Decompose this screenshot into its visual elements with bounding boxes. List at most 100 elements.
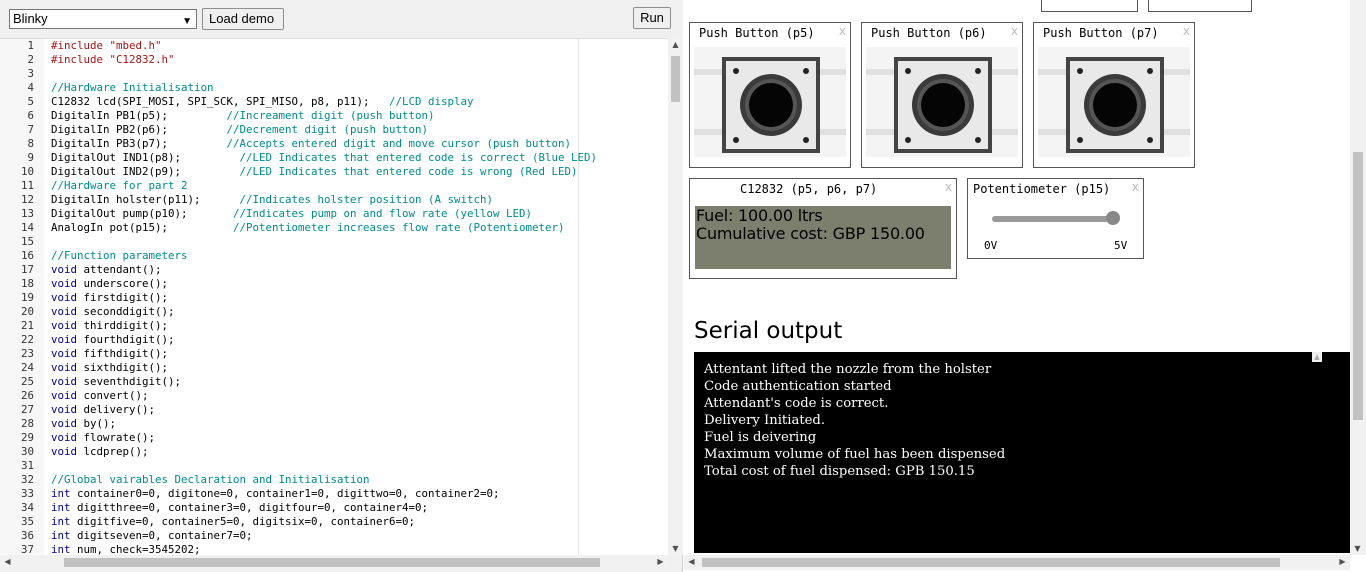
scrollbar-thumb[interactable] [702, 558, 1280, 567]
scroll-left-icon[interactable]: ◀ [684, 557, 699, 566]
pot-min-label: 0V [984, 239, 998, 252]
code-line[interactable]: 19 void firstdigit(); [0, 291, 668, 305]
code-text: int num, check=3545202; [51, 543, 201, 555]
code-text: int digitseven=0, container7=0; [51, 529, 253, 542]
code-line[interactable]: 29 void flowrate(); [0, 431, 668, 445]
serial-output-console: Attentant lifted the nozzle from the hol… [694, 352, 1350, 553]
code-editor[interactable]: 1 #include "mbed.h" 2 #include "C12832.h" 3 4… [0, 38, 668, 555]
code-line[interactable]: 25 void seventhdigit(); [0, 375, 668, 389]
code-line[interactable]: 35 int digitfive=0, container5=0, digitsi… [0, 515, 668, 529]
toolbar: Blinky ▼ Load demo Run [0, 0, 683, 38]
close-icon[interactable]: x [1132, 180, 1139, 194]
serial-line: Total cost of fuel dispensed: GPB 150.15 [704, 464, 975, 479]
scrollbar-thumb[interactable] [64, 558, 600, 567]
close-icon[interactable]: x [1011, 24, 1018, 38]
code-line[interactable]: 3 [0, 67, 668, 81]
scrollbar-thumb[interactable] [1353, 152, 1363, 420]
code-text: //Function parameters [51, 249, 188, 262]
code-text: void thirddigit(); [51, 319, 169, 332]
code-line[interactable]: 5 C12832 lcd(SPI_MOSI, SPI_SCK, SPI_MISO,… [0, 95, 668, 109]
code-text: void lcdprep(); [51, 445, 149, 458]
code-line[interactable]: 36 int digitseven=0, container7=0; [0, 529, 668, 543]
line-number: 4 [27, 81, 34, 94]
push-button-p7[interactable]: Push Button (p7) x [1033, 22, 1195, 168]
line-number: 1 [27, 39, 34, 52]
code-line[interactable]: 10 DigitalOut IND2(p9); //LED Indicates t… [0, 165, 668, 179]
code-line[interactable]: 23 void fifthdigit(); [0, 347, 668, 361]
code-line[interactable]: 13 DigitalOut pump(p10); //Indicates pump… [0, 207, 668, 221]
code-line[interactable]: 32 //Global vairables Declaration and Ini… [0, 473, 668, 487]
potentiometer-slider[interactable] [992, 216, 1112, 222]
code-line[interactable]: 34 int digitthree=0, container3=0, digitf… [0, 501, 668, 515]
code-line[interactable]: 30 void lcdprep(); [0, 445, 668, 459]
line-number: 29 [20, 431, 34, 444]
code-line[interactable]: 2 #include "C12832.h" [0, 53, 668, 67]
push-button-p6[interactable]: Push Button (p6) x [861, 22, 1023, 168]
close-icon[interactable]: x [1183, 24, 1190, 38]
code-line[interactable]: 6 DigitalIn PB1(p5); //Increament digit (… [0, 109, 668, 123]
code-text: void by(); [51, 417, 117, 430]
page-vertical-scrollbar[interactable]: ▼ [1350, 0, 1366, 555]
code-text: AnalogIn pot(p15); //Potentiometer incre… [51, 221, 565, 234]
scroll-up-icon[interactable]: ▲ [1312, 352, 1322, 362]
editor-vertical-scrollbar[interactable]: ▲ ▼ [668, 38, 683, 555]
page-horizontal-scrollbar[interactable]: ◀ ▶ [684, 555, 1350, 570]
line-number: 20 [20, 305, 34, 318]
code-line[interactable]: 11 //Hardware for part 2 [0, 179, 668, 193]
code-line[interactable]: 31 [0, 459, 668, 473]
scroll-down-icon[interactable]: ▼ [1350, 544, 1365, 553]
slider-knob[interactable] [1106, 211, 1120, 225]
code-text: DigitalOut IND2(p9); //LED Indicates tha… [51, 165, 578, 178]
close-icon[interactable]: x [839, 24, 846, 38]
demo-select[interactable]: Blinky ▼ [9, 9, 197, 29]
scroll-right-icon[interactable]: ▶ [653, 557, 668, 566]
code-text: void underscore(); [51, 277, 169, 290]
code-line[interactable]: 9 DigitalOut IND1(p8); //LED Indicates th… [0, 151, 668, 165]
code-line[interactable]: 20 void seconddigit(); [0, 305, 668, 319]
code-line[interactable]: 8 DigitalIn PB3(p7); //Accepts entered di… [0, 137, 668, 151]
code-line[interactable]: 1 #include "mbed.h" [0, 39, 668, 53]
lcd-line-1: Fuel: 100.00 ltrs [696, 206, 823, 225]
code-text: int digitthree=0, container3=0, digitfou… [51, 501, 429, 514]
scroll-up-icon[interactable]: ▲ [668, 40, 683, 49]
push-button-icon[interactable] [866, 47, 1018, 157]
code-line[interactable]: 24 void sixthdigit(); [0, 361, 668, 375]
editor-pane: Blinky ▼ Load demo Run 1 #include "mbed.h… [0, 0, 683, 572]
code-line[interactable]: 26 void convert(); [0, 389, 668, 403]
code-text: DigitalIn PB3(p7); //Accepts entered dig… [51, 137, 572, 150]
code-text: #include "mbed.h" [51, 39, 162, 52]
load-demo-button[interactable]: Load demo [202, 8, 284, 30]
scroll-down-icon[interactable]: ▼ [668, 544, 683, 553]
close-icon[interactable]: x [945, 180, 952, 194]
component-title: Push Button (p7) [1043, 26, 1159, 40]
code-text: void attendant(); [51, 263, 162, 276]
code-line[interactable]: 15 [0, 235, 668, 249]
push-button-p5[interactable]: Push Button (p5) x [689, 22, 851, 168]
code-line[interactable]: 18 void underscore(); [0, 277, 668, 291]
demo-select-value: Blinky [13, 11, 48, 26]
line-number: 14 [20, 221, 34, 234]
code-line[interactable]: 16 //Function parameters [0, 249, 668, 263]
code-text: DigitalIn PB1(p5); //Increament digit (p… [51, 109, 435, 122]
scroll-right-icon[interactable]: ▶ [1335, 557, 1350, 566]
code-line[interactable]: 17 void attendant(); [0, 263, 668, 277]
code-line[interactable]: 28 void by(); [0, 417, 668, 431]
code-line[interactable]: 4 //Hardware Initialisation [0, 81, 668, 95]
code-line[interactable]: 21 void thirddigit(); [0, 319, 668, 333]
code-line[interactable]: 33 int container0=0, digitone=0, containe… [0, 487, 668, 501]
push-button-icon[interactable] [694, 47, 846, 157]
serial-line: Maximum volume of fuel has been dispense… [704, 447, 1006, 462]
scroll-left-icon[interactable]: ◀ [0, 557, 15, 566]
code-line[interactable]: 12 DigitalIn holster(p11); //Indicates ho… [0, 193, 668, 207]
code-line[interactable]: 22 void fourthdigit(); [0, 333, 668, 347]
run-button[interactable]: Run [633, 7, 671, 29]
code-line[interactable]: 14 AnalogIn pot(p15); //Potentiometer inc… [0, 221, 668, 235]
code-lines[interactable]: 1 #include "mbed.h" 2 #include "C12832.h" 3 4… [0, 39, 668, 555]
scrollbar-thumb[interactable] [671, 56, 680, 102]
code-line[interactable]: 37 int num, check=3545202; [0, 543, 668, 555]
code-text: //Hardware Initialisation [51, 81, 214, 94]
code-line[interactable]: 27 void delivery(); [0, 403, 668, 417]
code-line[interactable]: 7 DigitalIn PB2(p6); //Decrement digit (p… [0, 123, 668, 137]
editor-horizontal-scrollbar[interactable]: ◀ ▶ [0, 555, 668, 570]
push-button-icon[interactable] [1038, 47, 1190, 157]
